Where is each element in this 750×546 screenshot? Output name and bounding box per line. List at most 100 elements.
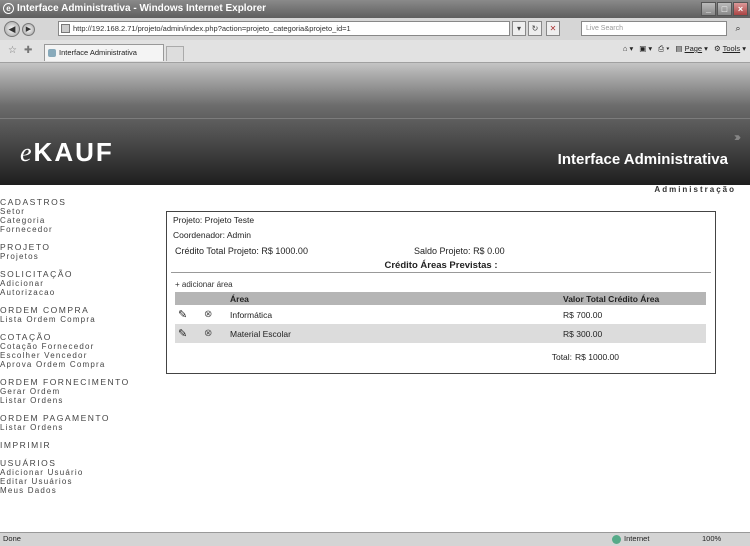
dropdown-arrow-icon[interactable]: ▾ (512, 21, 526, 36)
project-panel: Projeto: Projeto Teste Coordenador: Admi… (166, 211, 716, 374)
delete-icon[interactable]: ⊗ (204, 309, 216, 321)
project-balance: Saldo Projeto: R$ 0.00 (414, 246, 505, 256)
status-text: Done (3, 534, 21, 543)
project-total-credit: Crédito Total Projeto: R$ 1000.00 (175, 246, 308, 256)
tools-menu[interactable]: ⚙ Tools ▾ (714, 44, 746, 54)
page-icon (61, 24, 70, 33)
areas-table: Área Valor Total Crédito Área ✎ ⊗ Informát… (175, 292, 706, 343)
sidebar-group-title[interactable]: IMPRIMIR (0, 440, 140, 450)
sidebar-group-title: COTAÇÃO (0, 332, 52, 342)
divider (171, 272, 711, 273)
table-header-delete (201, 292, 227, 305)
delete-icon[interactable]: ⊗ (204, 328, 216, 340)
sidebar-item[interactable]: Lista Ordem Compra (0, 315, 140, 324)
url-input[interactable]: http://192.168.2.71/projeto/admin/index.… (58, 21, 510, 36)
print-icon[interactable]: ⎙ ▾ (658, 44, 669, 54)
sidebar-group-title: CADASTROS (0, 197, 67, 207)
command-bar: ⌂ ▾ ▣ ▾ ⎙ ▾ ▤ Page ▾ ⚙ Tools ▾ (623, 44, 746, 54)
close-button[interactable]: × (733, 2, 748, 16)
sidebar-group: SOLICITAÇÃO Adicionar Autorizacao (0, 269, 140, 297)
favorites-star-icon[interactable]: ☆ (8, 45, 17, 56)
delete-cell: ⊗ (201, 305, 227, 324)
stop-icon[interactable]: ✕ (546, 21, 560, 36)
sidebar-group: ORDEM PAGAMENTO Listar Ordens (0, 413, 140, 432)
internet-zone-icon (612, 535, 621, 544)
table-header-area: Área (227, 292, 560, 305)
window-title: Interface Administrativa - Windows Inter… (17, 3, 267, 14)
table-header-row: Área Valor Total Crédito Área (175, 292, 706, 305)
add-area-link[interactable]: + adicionar área (175, 280, 233, 289)
sidebar-item[interactable]: Listar Ordens (0, 423, 140, 432)
sidebar-item[interactable]: Gerar Ordem (0, 387, 140, 396)
browser-titlebar: e Interface Administrativa - Windows Int… (0, 0, 750, 18)
edit-pencil-icon[interactable]: ✎ (178, 328, 190, 340)
page-menu[interactable]: ▤ Page ▾ (675, 44, 708, 54)
header-arrows-decoration: ›››› (734, 130, 741, 144)
search-icon[interactable]: ⌕ (730, 21, 746, 36)
window-controls: _ □ × (701, 2, 748, 16)
ie-logo-icon: e (3, 3, 14, 14)
header-stripe (0, 118, 750, 119)
sidebar-group: USUÁRIOS Adicionar Usuário Editar Usuários… (0, 458, 140, 495)
sidebar-group-title: USUÁRIOS (0, 458, 57, 468)
url-text: http://192.168.2.71/projeto/admin/index.… (73, 24, 351, 33)
sidebar-group: ORDEM FORNECIMENTO Gerar Ordem Listar Orde… (0, 377, 140, 405)
sidebar-item[interactable]: Setor (0, 207, 140, 216)
sidebar-item[interactable]: Autorizacao (0, 288, 140, 297)
sidebar-group: IMPRIMIR (0, 440, 140, 450)
add-favorite-icon[interactable]: ✚ (24, 45, 32, 56)
feeds-icon[interactable]: ▣ ▾ (639, 44, 652, 54)
new-tab-button[interactable] (166, 46, 184, 61)
edit-pencil-icon[interactable]: ✎ (178, 309, 190, 321)
address-bar: ◀ ▶ http://192.168.2.71/projeto/admin/in… (0, 18, 750, 41)
table-row: ✎ ⊗ Informática R$ 700.00 (175, 305, 706, 324)
edit-cell: ✎ (175, 305, 201, 324)
sidebar-group: CADASTROS Setor Categoria Fornecedor (0, 197, 140, 234)
sidebar-group-title: SOLICITAÇÃO (0, 269, 74, 279)
sidebar-item[interactable]: Aprova Ordem Compra (0, 360, 140, 369)
areas-title: Crédito Áreas Previstas : (384, 260, 498, 271)
search-input[interactable]: Live Search (581, 21, 727, 36)
sidebar-item[interactable]: Meus Dados (0, 486, 140, 495)
back-button[interactable]: ◀ (4, 21, 20, 37)
delete-cell: ⊗ (201, 324, 227, 343)
tab-page-icon (48, 49, 56, 57)
area-value-cell: R$ 300.00 (560, 324, 706, 343)
header-title: Interface Administrativa (557, 151, 728, 168)
project-name: Projeto: Projeto Teste (173, 215, 255, 225)
sidebar-item[interactable]: Cotação Fornecedor (0, 342, 140, 351)
zoom-level[interactable]: 100% (702, 533, 721, 545)
sidebar-group: COTAÇÃO Cotação Fornecedor Escolher Venced… (0, 332, 140, 369)
sidebar-item[interactable]: Fornecedor (0, 225, 140, 234)
status-bar: Done Internet 100% (0, 532, 750, 546)
home-icon[interactable]: ⌂ ▾ (623, 44, 633, 54)
sidebar-group-title: ORDEM COMPRA (0, 305, 90, 315)
sidebar-group-title: ORDEM FORNECIMENTO (0, 377, 130, 387)
ekauf-logo: eKAUF (20, 137, 114, 167)
browser-tab[interactable]: Interface Administrativa (44, 44, 164, 61)
table-header-value: Valor Total Crédito Área (560, 292, 706, 305)
sidebar-group: PROJETO Projetos (0, 242, 140, 261)
sidebar-group-title: ORDEM PAGAMENTO (0, 413, 111, 423)
security-zone: Internet (624, 534, 650, 543)
tab-title: Interface Administrativa (59, 48, 137, 57)
sidebar-menu: CADASTROS Setor Categoria Fornecedor PROJETO… (0, 197, 140, 532)
maximize-button[interactable]: □ (717, 2, 732, 16)
forward-button[interactable]: ▶ (22, 23, 35, 36)
sidebar-item[interactable]: Adicionar (0, 279, 140, 288)
sidebar-group: ORDEM COMPRA Lista Ordem Compra (0, 305, 140, 324)
sidebar-item[interactable]: Projetos (0, 252, 140, 261)
edit-cell: ✎ (175, 324, 201, 343)
refresh-icon[interactable]: ↻ (528, 21, 542, 36)
sidebar-item[interactable]: Listar Ordens (0, 396, 140, 405)
header-subtitle: Administração (654, 185, 736, 194)
areas-total: Total: R$ 1000.00 (551, 352, 619, 362)
sidebar-item[interactable]: Escolher Vencedor (0, 351, 140, 360)
sidebar-item[interactable]: Categoria (0, 216, 140, 225)
area-name-cell: Material Escolar (227, 324, 560, 343)
sidebar-item[interactable]: Editar Usuários (0, 477, 140, 486)
site-header: ›››› eKAUF Interface Administrativa (0, 63, 750, 185)
minimize-button[interactable]: _ (701, 2, 716, 16)
area-name-cell: Informática (230, 309, 273, 320)
sidebar-item[interactable]: Adicionar Usuário (0, 468, 140, 477)
